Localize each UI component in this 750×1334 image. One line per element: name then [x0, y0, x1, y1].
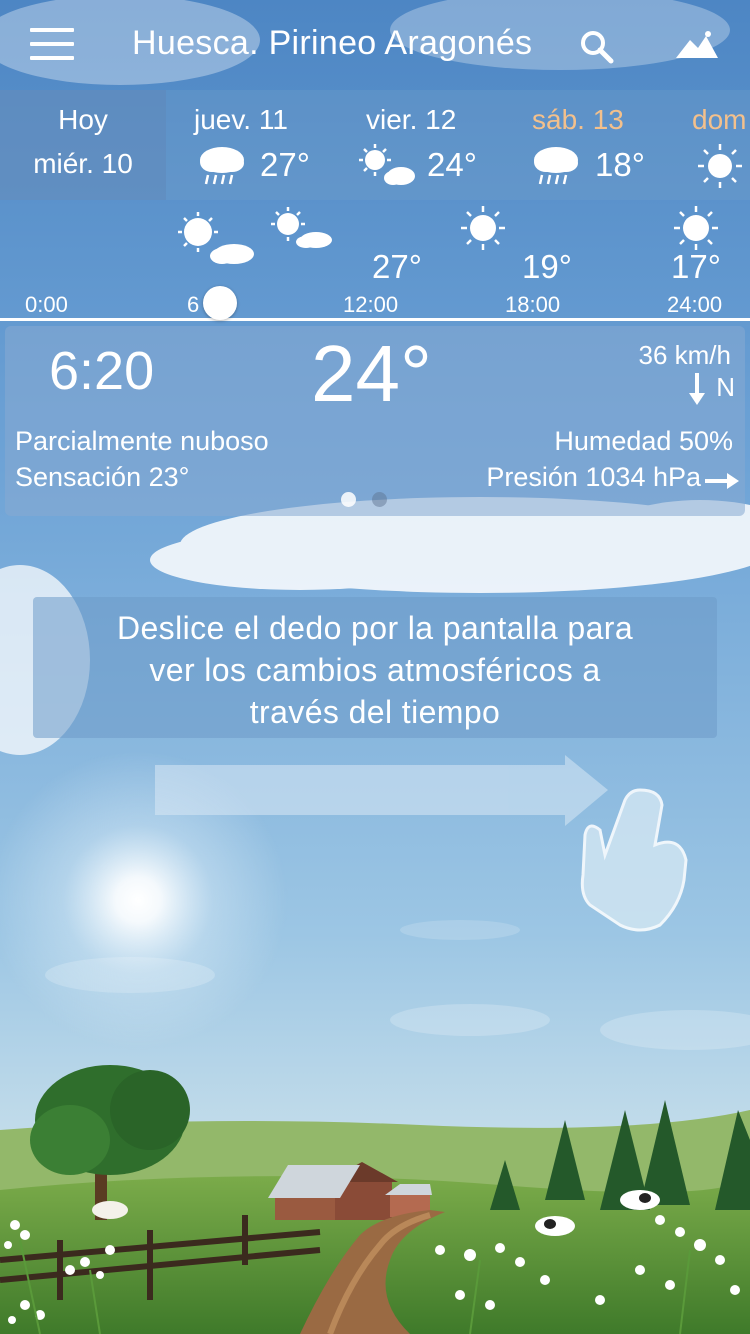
wind-direction: N [688, 372, 735, 406]
rain-cloud-icon [200, 147, 244, 185]
hour-label: 6 [187, 292, 200, 317]
hint-line: Deslice el dedo por la pantalla para [116, 610, 634, 646]
day-name: Hoy [58, 104, 108, 135]
day-today[interactable]: Hoy miér. 10 [0, 90, 166, 200]
current-time: 6:20 [49, 341, 155, 401]
wind-arrow-icon [689, 373, 706, 406]
wind-speed: 36 km/h [638, 340, 732, 370]
day-date: miér. 10 [33, 148, 133, 179]
pressure: Presión 1034 hPa [486, 462, 701, 492]
sun-icon [461, 206, 505, 250]
day-jueves[interactable]: juev. 11 27° [180, 90, 330, 200]
mountain-icon[interactable] [674, 28, 720, 64]
search-icon[interactable] [578, 28, 618, 68]
hour-temp: 27° [372, 248, 422, 285]
day-temp: 18° [595, 146, 645, 183]
day-sabado[interactable]: sáb. 13 18° [522, 90, 672, 200]
hour-label: 18:00 [505, 292, 561, 317]
location-title[interactable]: Huesca. Pirineo Aragonés [132, 24, 532, 63]
feels-like: Sensación 23° [15, 462, 190, 492]
hour-temp: 17° [671, 248, 721, 285]
rain-cloud-icon [534, 147, 578, 185]
humidity: Humedad 50% [554, 426, 733, 456]
hamburger-menu-icon[interactable] [30, 28, 74, 62]
day-temp: 27° [260, 146, 310, 183]
swipe-hint-overlay[interactable]: Deslice el dedo por la pantalla para ver… [33, 597, 717, 738]
hourly-timeline[interactable]: 27° 19° 17° 0:00 6 12:00 18:00 24:00 [0, 200, 750, 322]
hint-line: ver los cambios atmosféricos a [149, 652, 601, 688]
timeline-track [0, 318, 750, 321]
horse [92, 1201, 128, 1219]
current-temperature: 24° [311, 329, 432, 418]
hour-label: 24:00 [667, 292, 723, 317]
hint-line: través del tiempo [249, 694, 501, 730]
current-conditions-panel[interactable]: 6:20 24° 36 km/h N Parcialmente nuboso S… [5, 326, 745, 516]
days-forecast-strip: Hoy miér. 10 juev. 11 27° vier. 12 24° s… [0, 90, 750, 200]
day-domingo[interactable]: dom [690, 90, 750, 200]
top-bar: Huesca. Pirineo Aragonés [0, 0, 750, 90]
day-temp: 24° [427, 146, 477, 183]
day-name: juev. 11 [194, 104, 288, 135]
sun-cloud-icon [359, 144, 415, 185]
page-dot-active[interactable] [341, 492, 356, 507]
wind-direction-label: N [716, 372, 735, 402]
sun-icon [674, 206, 718, 250]
condition-text: Parcialmente nuboso [15, 426, 269, 456]
sun-icon [698, 144, 742, 188]
day-name: dom [692, 104, 747, 135]
day-name: sáb. 13 [532, 104, 624, 135]
hour-temp: 19° [522, 248, 572, 285]
page-dot[interactable] [372, 492, 387, 507]
sun-cloud-icon [271, 207, 332, 248]
day-name: vier. 12 [366, 104, 457, 135]
hour-label: 12:00 [343, 292, 399, 317]
time-slider-handle[interactable] [203, 286, 237, 320]
hour-label: 0:00 [25, 292, 68, 317]
sun-cloud-icon [178, 212, 254, 264]
day-viernes[interactable]: vier. 12 24° [355, 90, 505, 200]
pressure-trend-arrow-icon [705, 473, 739, 489]
page-indicator[interactable] [341, 492, 403, 512]
